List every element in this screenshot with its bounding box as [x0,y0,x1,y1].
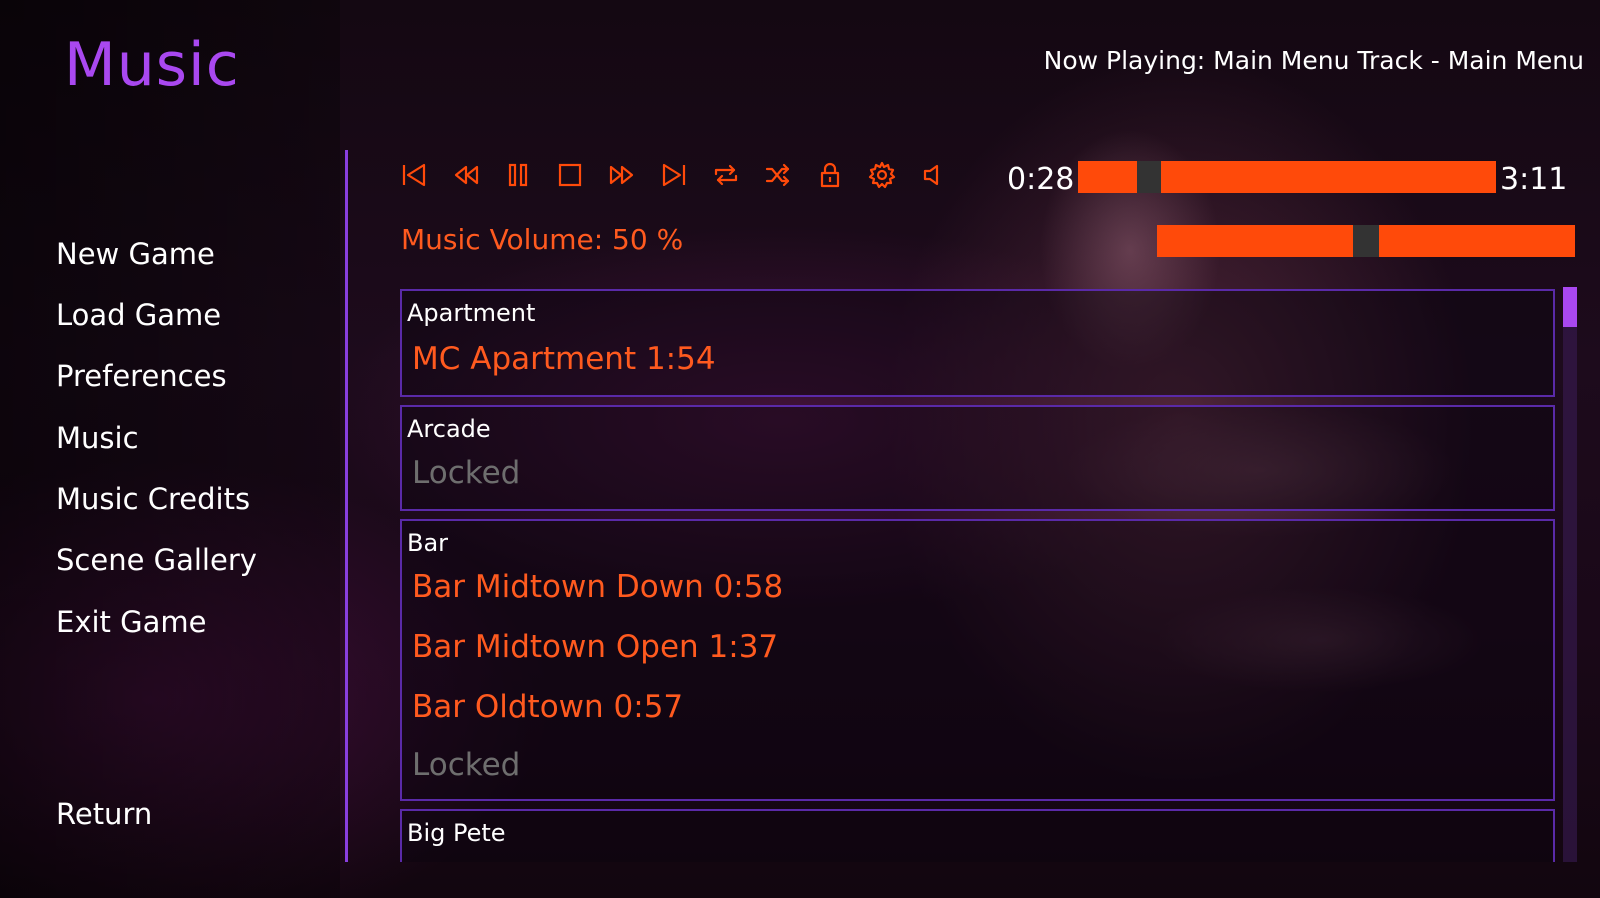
track-item[interactable]: MC Apartment 1:54 [412,341,716,377]
menu-divider [345,150,348,862]
menu-backdrop [0,0,340,898]
stop-icon[interactable] [554,158,586,192]
skip-to-end-icon[interactable] [658,158,690,192]
progress-bar[interactable] [1078,161,1496,193]
menu-item-music-credits[interactable]: Music Credits [56,482,250,516]
menu-item-music[interactable]: Music [56,421,139,455]
group-title: Bar [407,529,449,557]
volume-slider[interactable] [1157,225,1575,257]
screen-title: Music [64,30,240,100]
track-list-scrollbar[interactable] [1563,287,1577,862]
group-title: Apartment [407,299,536,327]
repeat-icon[interactable] [710,158,742,192]
track-item[interactable]: Bar Midtown Open 1:37 [412,629,778,665]
gear-icon[interactable] [866,158,898,192]
volume-label: Music Volume: 50 % [401,223,684,256]
total-duration: 3:11 [1500,162,1568,197]
now-playing-text: Now Playing: Main Menu Track - Main Menu [1043,46,1584,75]
track-group: Arcade Locked [400,405,1555,511]
elapsed-time: 0:28 [1007,162,1075,197]
group-title: Big Pete [407,819,506,847]
track-list: Apartment MC Apartment 1:54 Arcade Locke… [400,287,1555,862]
menu-item-new-game[interactable]: New Game [56,237,215,271]
return-button[interactable]: Return [56,797,152,831]
track-item[interactable]: Bar Midtown Down 0:58 [412,569,783,605]
track-group: Bar Bar Midtown Down 0:58 Bar Midtown Op… [400,519,1555,801]
pause-icon[interactable] [502,158,534,192]
group-title: Arcade [407,415,491,443]
menu-item-preferences[interactable]: Preferences [56,359,227,393]
volume-thumb[interactable] [1353,225,1379,257]
track-item-locked: Locked [412,747,521,783]
progress-thumb[interactable] [1137,161,1161,193]
fast-forward-icon[interactable] [606,158,638,192]
menu-item-exit-game[interactable]: Exit Game [56,605,206,639]
track-group: Apartment MC Apartment 1:54 [400,289,1555,397]
track-item-locked: Locked [412,455,521,491]
shuffle-icon[interactable] [762,158,794,192]
speaker-icon[interactable] [918,158,950,192]
lock-icon[interactable] [814,158,846,192]
track-group: Big Pete [400,809,1555,862]
menu-item-load-game[interactable]: Load Game [56,298,221,332]
rewind-icon[interactable] [450,158,482,192]
menu-item-scene-gallery[interactable]: Scene Gallery [56,543,257,577]
track-item[interactable]: Bar Oldtown 0:57 [412,689,683,725]
skip-to-start-icon[interactable] [398,158,430,192]
scrollbar-thumb[interactable] [1563,287,1577,327]
